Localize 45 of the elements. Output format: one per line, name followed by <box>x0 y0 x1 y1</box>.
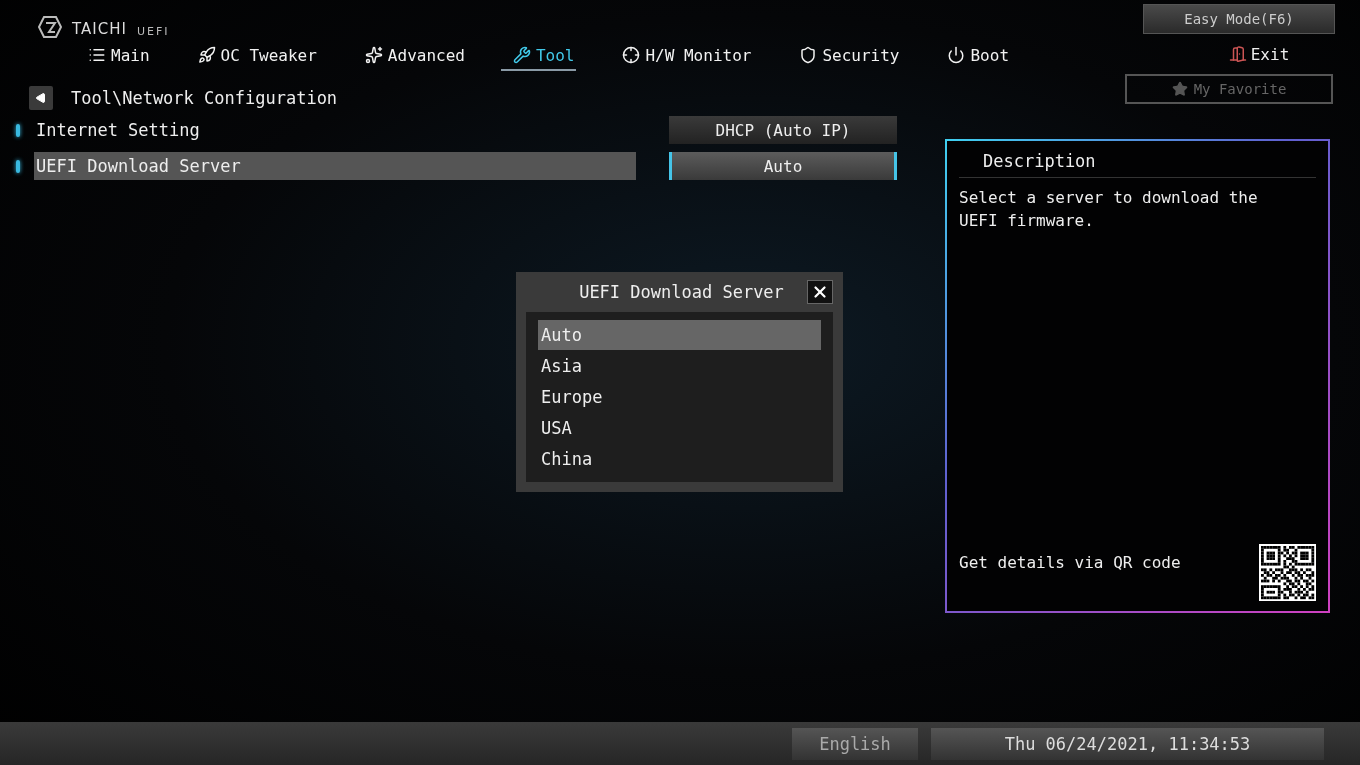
setting-value[interactable]: Auto <box>669 152 897 180</box>
crosshair-icon <box>622 46 641 64</box>
dialog-title: UEFI Download Server <box>578 282 785 302</box>
close-button[interactable] <box>807 280 833 304</box>
logo-icon <box>38 16 62 38</box>
option-item[interactable]: China <box>538 444 821 474</box>
setting-marker <box>16 123 20 137</box>
option-item[interactable]: USA <box>538 413 821 443</box>
description-text: Select a server to download the UEFI firmware. <box>959 187 1259 232</box>
back-button[interactable] <box>29 86 53 110</box>
breadcrumb: Tool\Network Configuration <box>71 88 338 108</box>
power-icon <box>947 46 966 64</box>
shield-icon <box>799 46 818 64</box>
date-time: Thu 06/24/2021, 11:34:53 <box>931 727 1324 760</box>
list-icon <box>88 46 106 64</box>
star-icon <box>1171 81 1188 97</box>
rocket-icon <box>197 46 216 64</box>
sparkle-star-icon <box>364 46 383 64</box>
language-button[interactable]: English <box>792 727 918 760</box>
qr-code <box>1259 544 1316 601</box>
nav-tab[interactable]: Main <box>76 41 152 71</box>
easy-mode-button[interactable]: Easy Mode(F6) <box>1143 4 1335 34</box>
favorite-button[interactable]: My Favorite <box>1125 74 1333 104</box>
option-item[interactable]: Europe <box>538 382 821 412</box>
nav-tab[interactable]: H/W Monitor <box>610 41 754 71</box>
qr-hint: Get details via QR code <box>959 553 1181 572</box>
logo-text: TAICHI <box>72 20 127 38</box>
exit-button[interactable]: Exit <box>1222 40 1296 68</box>
logo-subtitle: UEFI <box>136 25 170 38</box>
setting-label[interactable]: Internet Setting <box>34 116 636 144</box>
description-title: Description <box>959 151 1316 178</box>
nav-tab[interactable]: Boot <box>935 41 1011 71</box>
setting-marker <box>16 159 20 173</box>
nav-tab[interactable]: Advanced <box>352 41 467 71</box>
nav-tab[interactable]: Security <box>787 41 902 71</box>
option-item[interactable]: Auto <box>538 320 821 350</box>
option-item[interactable]: Asia <box>538 351 821 381</box>
setting-value[interactable]: DHCP (Auto IP) <box>669 116 897 144</box>
nav-tab[interactable]: Tool <box>500 41 577 71</box>
door-icon <box>1228 45 1247 63</box>
wrench-icon <box>512 46 531 64</box>
nav-tab[interactable]: OC Tweaker <box>185 41 319 71</box>
setting-label[interactable]: UEFI Download Server <box>34 152 636 180</box>
close-icon <box>811 283 829 301</box>
back-arrow-icon <box>35 92 47 104</box>
